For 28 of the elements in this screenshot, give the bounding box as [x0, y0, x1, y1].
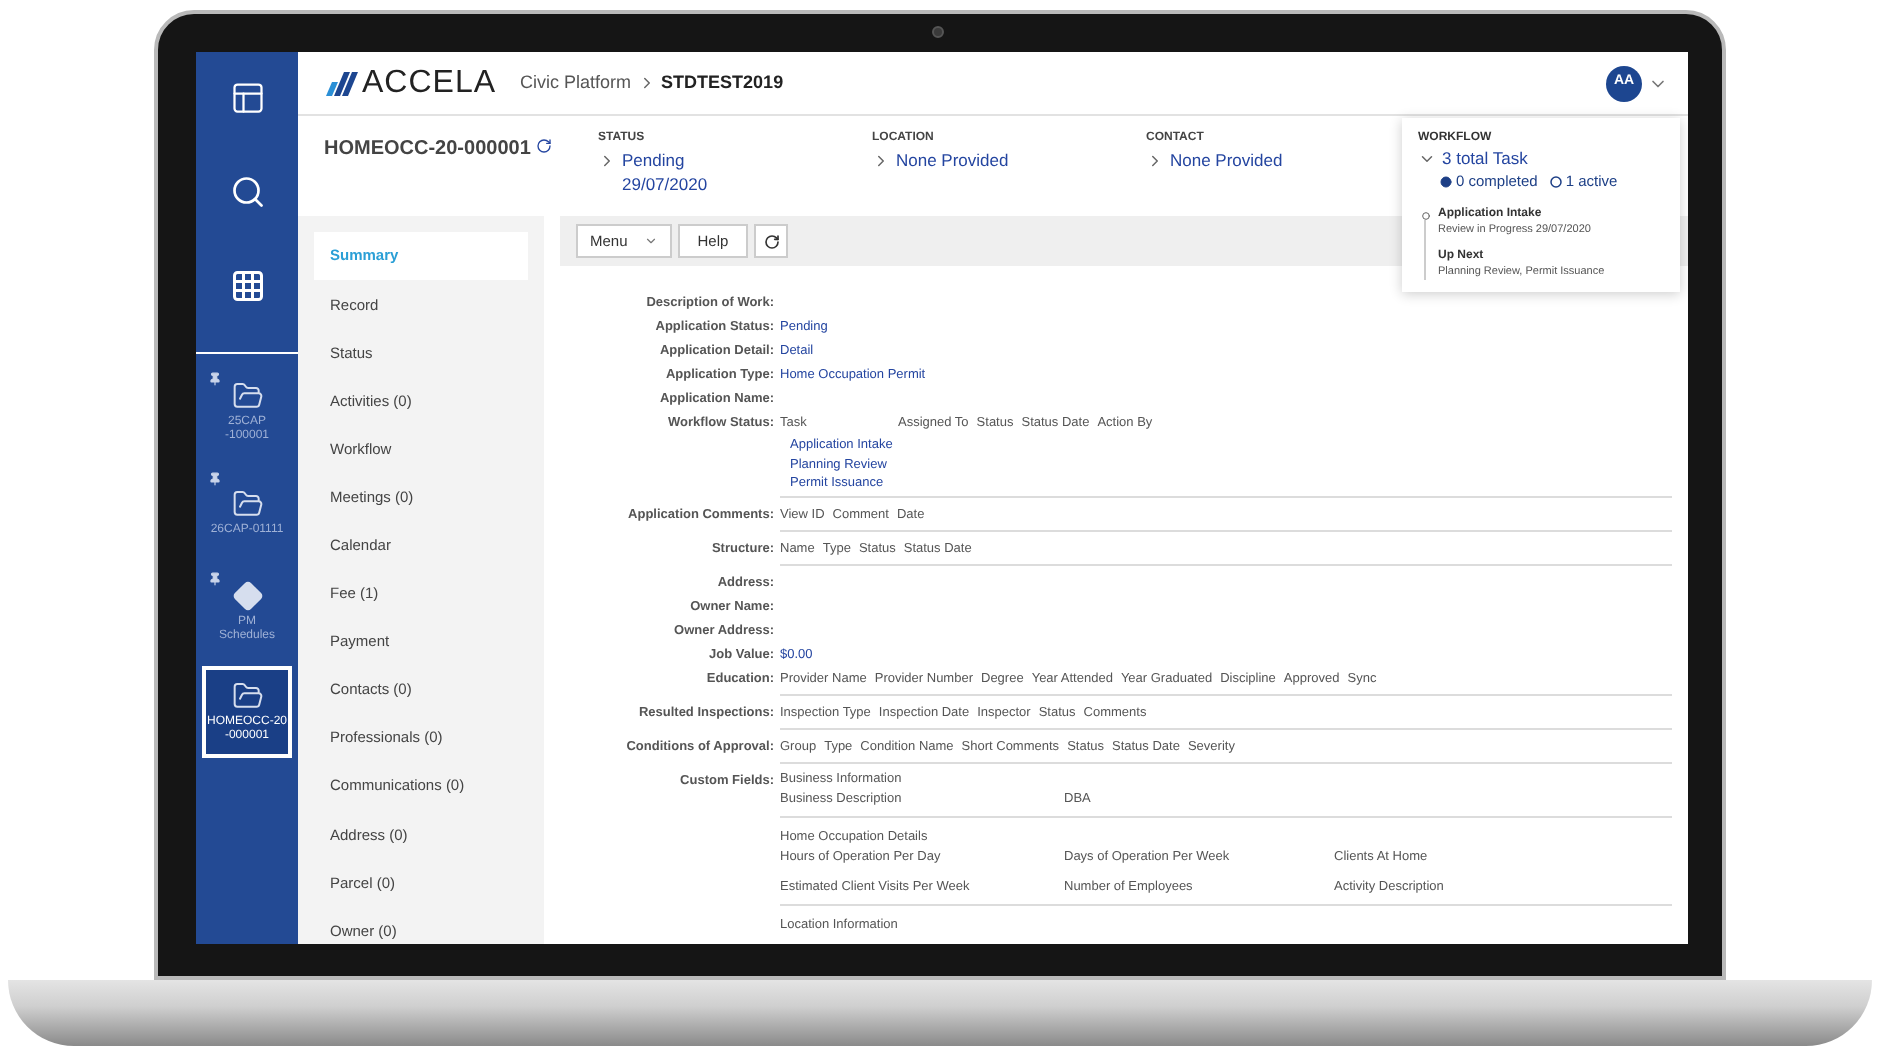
refresh-button[interactable]: [754, 224, 789, 258]
folder-icon: [231, 380, 263, 412]
record-id: HOMEOCC-20-000001: [324, 136, 531, 164]
search-icon[interactable]: [229, 174, 265, 210]
caret-icon: [643, 234, 658, 248]
step-dot-icon: [1421, 212, 1429, 220]
task-total[interactable]: 3 total Task: [1442, 148, 1528, 170]
chevron-icon: [598, 152, 616, 170]
folder-icon: [231, 487, 263, 519]
camera-icon: [932, 26, 944, 38]
summary-value[interactable]: None Provided: [896, 148, 1009, 172]
summary-value[interactable]: Pending 29/07/2020: [622, 148, 708, 196]
layout-icon[interactable]: [229, 80, 265, 116]
chevron-icon: [1146, 152, 1164, 170]
app-name[interactable]: Civic Platform: [520, 69, 632, 97]
logo-icon: [322, 71, 358, 95]
chevron-icon[interactable]: [1418, 150, 1436, 168]
diamond-icon: [231, 580, 263, 612]
refresh-icon[interactable]: [536, 138, 553, 154]
summary-value[interactable]: None Provided: [1170, 148, 1283, 172]
logo-text: ACCELA: [362, 63, 497, 103]
hollow-dot-icon: [1549, 175, 1562, 187]
folder-icon: [231, 680, 263, 712]
chevron-icon: [872, 152, 890, 170]
filled-dot-icon: [1440, 175, 1452, 187]
grid-icon[interactable]: [229, 268, 265, 304]
refresh-icon: [763, 233, 780, 249]
context-name[interactable]: STDTEST2019: [661, 69, 784, 97]
